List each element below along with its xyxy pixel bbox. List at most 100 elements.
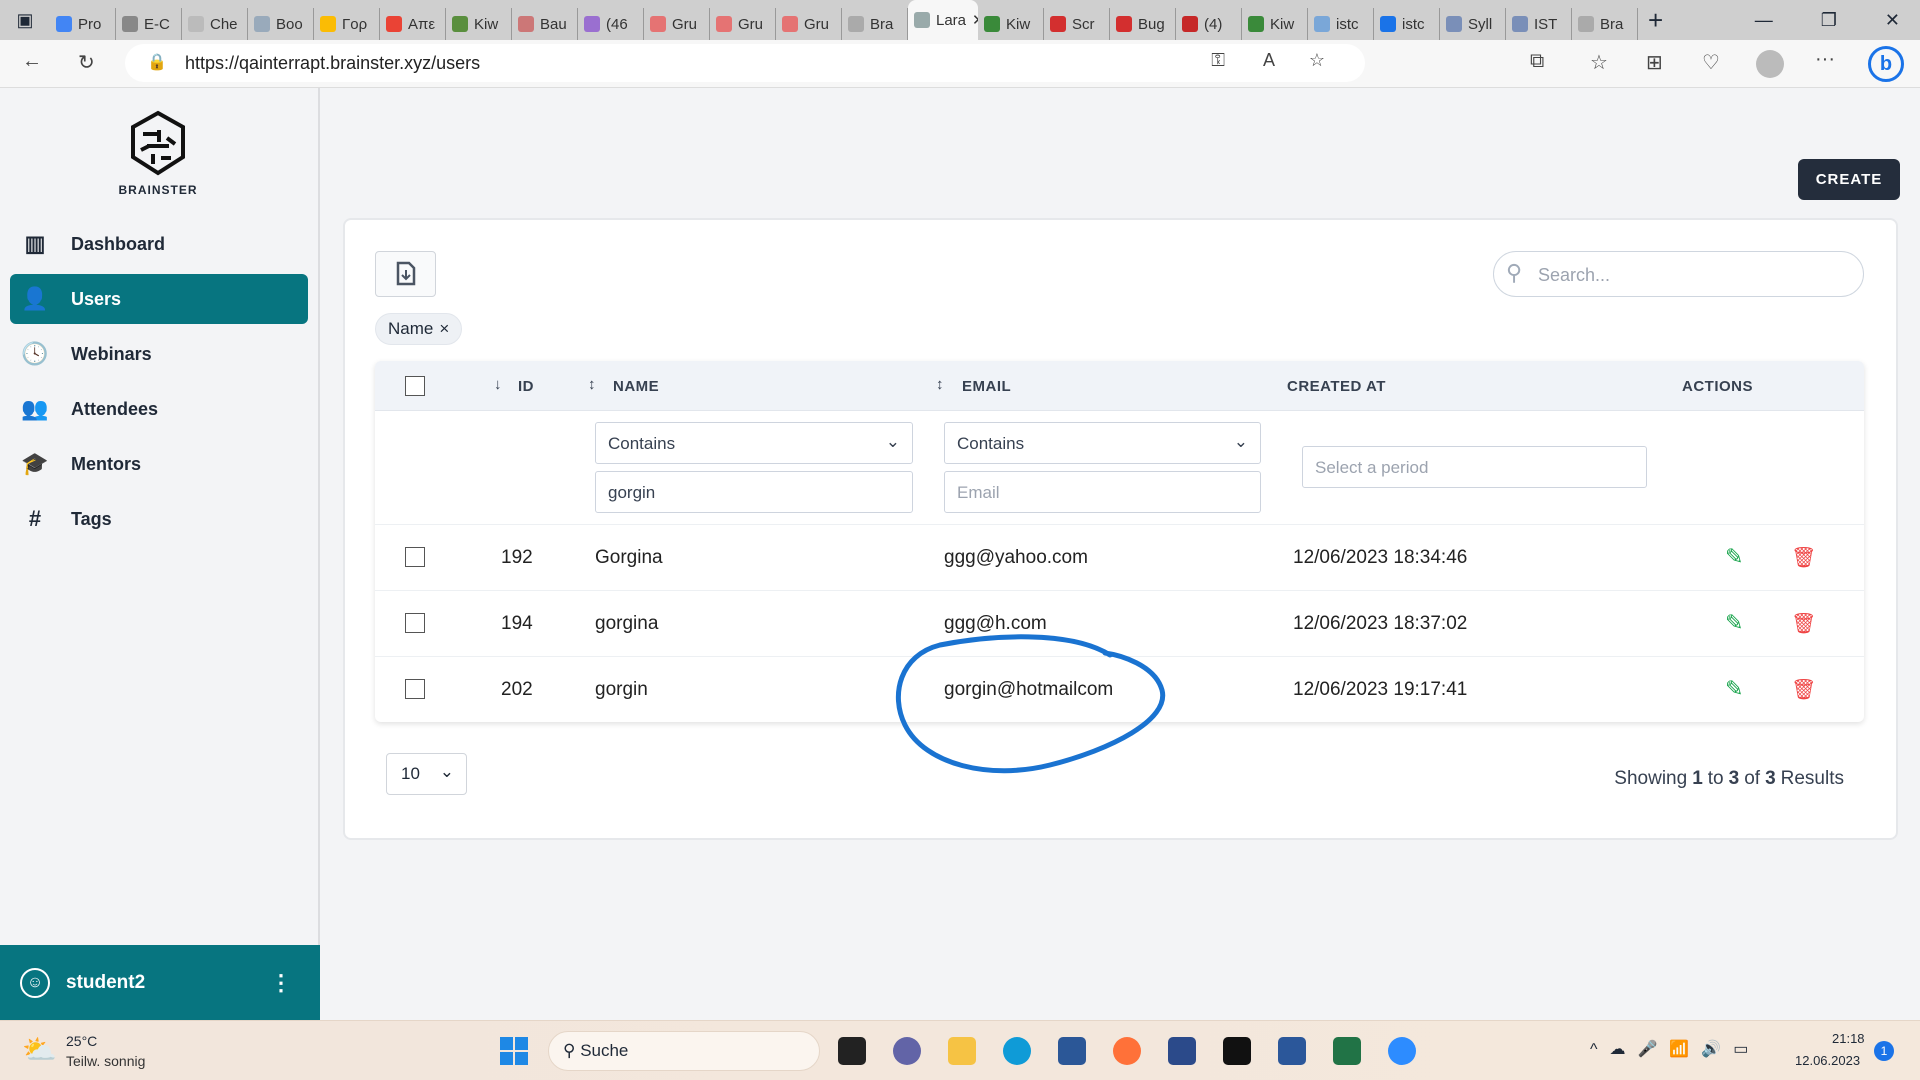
sidebar-item-mentors[interactable]: 🎓Mentors — [10, 439, 308, 489]
key-icon[interactable]: ⚿ — [1211, 50, 1225, 71]
clock-time[interactable]: 21:18 — [1832, 1031, 1865, 1046]
browser-tab[interactable]: Γορ — [314, 8, 380, 40]
browser-tab[interactable]: (46 — [578, 8, 644, 40]
browser-tab[interactable]: E-C — [116, 8, 182, 40]
back-icon[interactable]: ← — [22, 50, 42, 73]
task-view-icon[interactable] — [838, 1037, 866, 1065]
browser-tab[interactable]: Scr — [1044, 8, 1110, 40]
collections-icon[interactable]: ⊞ — [1646, 50, 1663, 75]
created-at-period-picker[interactable]: Select a period — [1302, 446, 1647, 488]
close-window-button[interactable]: ✕ — [1885, 10, 1900, 31]
name-filter-operator-select[interactable]: Contains⌄ — [595, 422, 913, 464]
edit-icon[interactable]: ✎ — [1725, 610, 1743, 636]
browser-tab[interactable]: Bug — [1110, 8, 1176, 40]
filter-chip-close-icon[interactable]: × — [439, 319, 449, 339]
favorite-star-icon[interactable]: ☆ — [1309, 50, 1325, 71]
of-label: of — [1744, 768, 1760, 790]
row-checkbox[interactable] — [405, 547, 425, 567]
clock-date[interactable]: 12.06.2023 — [1795, 1053, 1860, 1068]
name-filter-input[interactable]: gorgin — [595, 471, 913, 513]
sidebar-item-attendees[interactable]: 👥Attendees — [10, 384, 308, 434]
browser-tab[interactable]: Pro — [50, 8, 116, 40]
browser-tab[interactable]: Gru — [644, 8, 710, 40]
select-all-checkbox[interactable] — [405, 376, 425, 396]
sort-desc-icon[interactable]: ↓ — [494, 376, 502, 393]
weather-icon[interactable]: ⛅ — [22, 1033, 57, 1066]
browser-tab[interactable]: (4) — [1176, 8, 1242, 40]
new-tab-button[interactable]: + — [1648, 5, 1663, 36]
sort-icon[interactable]: ↕ — [588, 376, 596, 393]
tab-favicon-icon — [1512, 16, 1528, 32]
extensions-icon[interactable]: ⧉ — [1530, 50, 1544, 73]
create-button[interactable]: CREATE — [1798, 159, 1900, 200]
browser-tab[interactable]: Απε — [380, 8, 446, 40]
browser-tab[interactable]: Che — [182, 8, 248, 40]
weather-desc[interactable]: Teilw. sonnig — [66, 1053, 145, 1069]
sidebar-item-users[interactable]: 👤Users — [10, 274, 308, 324]
browser-tab[interactable]: Syll — [1440, 8, 1506, 40]
browser-tab[interactable]: Kiw — [978, 8, 1044, 40]
browser-essentials-icon[interactable]: ♡ — [1702, 50, 1720, 75]
email-filter-operator-select[interactable]: Contains⌄ — [944, 422, 1261, 464]
brainster-logo[interactable] — [125, 110, 191, 176]
user-menu[interactable]: ☺ student2 ⋮ — [0, 945, 320, 1020]
browser-tab[interactable]: Bau — [512, 8, 578, 40]
browser-tab[interactable]: Gru — [776, 8, 842, 40]
system-tray-icons[interactable]: ^☁🎤📶🔊▭ — [1590, 1039, 1760, 1059]
edge-icon[interactable] — [1003, 1037, 1031, 1065]
weather-temp[interactable]: 25°C — [66, 1033, 97, 1049]
browser-tab[interactable]: Gru — [710, 8, 776, 40]
teams-chat-icon[interactable] — [893, 1037, 921, 1065]
favorites-icon[interactable]: ☆ — [1590, 50, 1608, 75]
per-page-select[interactable]: 10 ⌄ — [386, 753, 467, 795]
browser-tab[interactable]: Bra — [1572, 8, 1638, 40]
edit-icon[interactable]: ✎ — [1725, 676, 1743, 702]
bing-copilot-icon[interactable]: b — [1868, 46, 1904, 82]
sidebar-item-tags[interactable]: #Tags — [10, 494, 308, 544]
row-checkbox[interactable] — [405, 679, 425, 699]
kebab-menu-icon[interactable]: ⋮ — [270, 970, 292, 996]
browser-tab[interactable]: Kiw — [446, 8, 512, 40]
column-header-name[interactable]: NAME — [613, 378, 659, 395]
column-header-email[interactable]: EMAIL — [962, 378, 1011, 395]
start-button[interactable] — [500, 1037, 528, 1065]
file-explorer-icon[interactable] — [948, 1037, 976, 1065]
read-aloud-icon[interactable]: A — [1263, 50, 1275, 71]
word-icon[interactable] — [1278, 1037, 1306, 1065]
sidebar-item-webinars[interactable]: 🕓Webinars — [10, 329, 308, 379]
sidebar-item-dashboard[interactable]: ▥Dashboard — [10, 219, 308, 269]
column-header-id[interactable]: ID — [518, 378, 534, 395]
profile-avatar[interactable] — [1756, 50, 1784, 78]
zoom-icon[interactable] — [1388, 1037, 1416, 1065]
browser-tab[interactable]: istc — [1308, 8, 1374, 40]
browser-tab[interactable]: Bra — [842, 8, 908, 40]
firefox-icon[interactable] — [1113, 1037, 1141, 1065]
taskbar-search[interactable]: ⚲ Suche — [548, 1031, 820, 1071]
url-input[interactable]: 🔒 https://qainterrapt.brainster.xyz/user… — [125, 44, 1365, 82]
browser-tab[interactable]: Lara✕ — [908, 0, 978, 40]
delete-icon[interactable]: 🗑 — [1791, 545, 1816, 570]
export-button[interactable] — [375, 251, 436, 297]
browser-tab[interactable]: Boo — [248, 8, 314, 40]
email-filter-input[interactable]: Email — [944, 471, 1261, 513]
store-icon[interactable] — [1058, 1037, 1086, 1065]
b-app-icon[interactable] — [1168, 1037, 1196, 1065]
tab-title: E-C — [144, 16, 170, 33]
minimize-button[interactable]: — — [1755, 10, 1773, 31]
delete-icon[interactable]: 🗑 — [1791, 677, 1816, 702]
browser-tab[interactable]: IST — [1506, 8, 1572, 40]
refresh-icon[interactable]: ↻ — [78, 50, 95, 75]
delete-icon[interactable]: 🗑 — [1791, 611, 1816, 636]
sort-icon[interactable]: ↕ — [936, 376, 944, 393]
tab-actions-icon[interactable]: ▣ — [0, 10, 50, 31]
browser-tab[interactable]: Kiw — [1242, 8, 1308, 40]
notification-badge[interactable]: 1 — [1874, 1041, 1894, 1061]
row-checkbox[interactable] — [405, 613, 425, 633]
browser-tab[interactable]: istc — [1374, 8, 1440, 40]
search-input[interactable]: ⚲ Search... — [1493, 251, 1864, 297]
dropbox-icon[interactable] — [1223, 1037, 1251, 1065]
more-menu-icon[interactable]: ··· — [1815, 48, 1835, 71]
edit-icon[interactable]: ✎ — [1725, 544, 1743, 570]
restore-button[interactable]: ❐ — [1821, 10, 1837, 31]
excel-icon[interactable] — [1333, 1037, 1361, 1065]
